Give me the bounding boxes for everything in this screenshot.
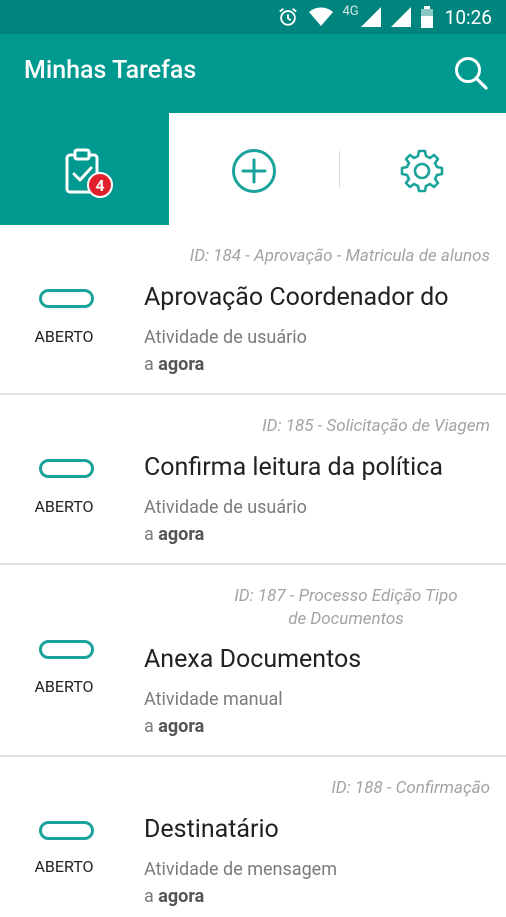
item-type: Atividade de usuário — [144, 497, 307, 518]
list-item[interactable]: ID: 184 - Aprovação - Matricula de aluno… — [0, 225, 506, 395]
item-time: a agora — [144, 716, 205, 737]
item-title: Aprovação Coordenador do — [144, 283, 449, 312]
status-label: ABERTO — [34, 497, 94, 516]
item-id: ID: 188 - Confirmação — [331, 778, 490, 798]
item-title: Destinatário — [144, 815, 279, 844]
item-title: Confirma leitura da política — [144, 453, 443, 482]
item-type: Atividade de usuário — [144, 327, 307, 348]
item-type: Atividade manual — [144, 689, 283, 710]
page-title: Minhas Tarefas — [24, 56, 197, 85]
tab-add-task[interactable] — [169, 113, 337, 225]
item-title: Anexa Documentos — [144, 645, 362, 674]
alarm-icon — [277, 6, 299, 28]
search-button[interactable] — [452, 54, 490, 92]
status-label: ABERTO — [34, 857, 94, 876]
status-time: 10:26 — [444, 5, 492, 29]
task-count-badge: 4 — [87, 172, 113, 198]
task-list: ID: 184 - Aprovação - Matricula de aluno… — [0, 225, 506, 917]
item-id: ID: 185 - Solicitação de Viagem — [262, 416, 490, 436]
status-indicator — [39, 640, 94, 659]
add-circle-icon — [232, 149, 276, 193]
tab-my-tasks[interactable]: 4 — [0, 113, 169, 225]
tab-bar: 4 — [0, 113, 506, 225]
battery-icon — [420, 6, 433, 28]
item-id: ID: 187 - Processo Edição Tipo de Docume… — [234, 586, 458, 629]
list-item[interactable]: ID: 185 - Solicitação de Viagem ABERTO C… — [0, 395, 506, 565]
gear-icon — [400, 149, 444, 193]
signal-icon-2 — [390, 7, 411, 27]
item-time: a agora — [144, 354, 205, 375]
item-time: a agora — [144, 886, 205, 907]
list-item[interactable]: ID: 187 - Processo Edição Tipo de Docume… — [0, 565, 506, 757]
item-id: ID: 184 - Aprovação - Matricula de aluno… — [189, 246, 490, 266]
status-label: ABERTO — [34, 677, 94, 696]
status-bar: 4G 10:26 — [0, 0, 506, 34]
wifi-icon — [308, 7, 333, 27]
signal-icon — [360, 7, 381, 27]
status-label: ABERTO — [34, 327, 94, 346]
tab-settings[interactable] — [340, 113, 506, 225]
network-type-label: 4G — [342, 3, 359, 19]
item-time: a agora — [144, 524, 205, 545]
status-indicator — [39, 289, 94, 308]
status-indicator — [39, 459, 94, 478]
search-icon — [455, 57, 488, 90]
list-item[interactable]: ID: 188 - Confirmação ABERTO Destinatári… — [0, 757, 506, 917]
app-bar: Minhas Tarefas — [0, 34, 506, 113]
item-type: Atividade de mensagem — [144, 859, 338, 880]
status-indicator — [39, 821, 94, 840]
